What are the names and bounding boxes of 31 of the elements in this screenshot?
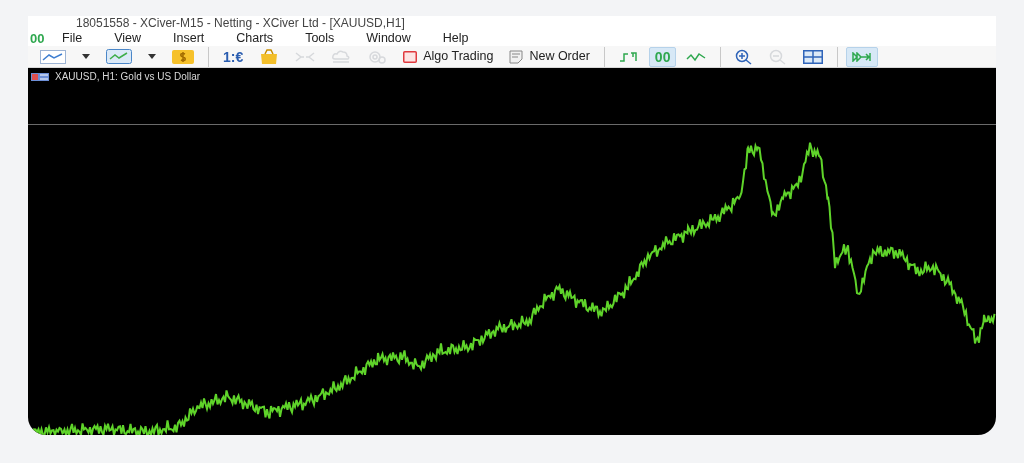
menu-item[interactable]: Tools [305,31,335,45]
line-chart-icon [40,49,66,64]
algo-trading-icon [403,50,418,63]
cloud-icon [331,49,352,64]
autoscroll-icon [852,51,873,62]
window-title: 18051558 - XCiver-M15 - Netting - XCiver Ltd - [XAUUSD,H1] [75,16,406,30]
menu-item[interactable]: Window [366,31,411,45]
chart-title: XAUUSD, H1: Gold vs US Dollar [55,72,201,82]
tile-windows-icon [803,49,824,64]
bag-icon [259,49,280,64]
toolbar-button[interactable]: New Order [503,46,596,67]
flag-icon [31,73,49,81]
zoom-out-icon [769,48,788,65]
document-icon [509,49,524,64]
menu-item[interactable]: View [114,31,142,45]
menu-item[interactable]: Help [442,31,469,45]
app-label: 00 [29,31,46,45]
step-chart-icon [618,50,639,63]
caret-icon [82,54,90,59]
wave-chart-icon [686,51,707,62]
gear-icon [367,48,388,65]
zoom-in-icon [735,48,754,65]
menu-item[interactable]: Charts [236,31,274,45]
toolbar-button[interactable]: Algo Trading [397,46,500,67]
toolbar-button[interactable]: 1:€ [217,46,250,67]
menu-item[interactable]: File [62,31,83,45]
chart-window-icon [106,49,132,64]
arrows-icon [295,50,316,63]
caret-icon [148,54,156,59]
menu-item[interactable]: Insert [173,31,205,45]
dollar-icon [172,49,194,64]
